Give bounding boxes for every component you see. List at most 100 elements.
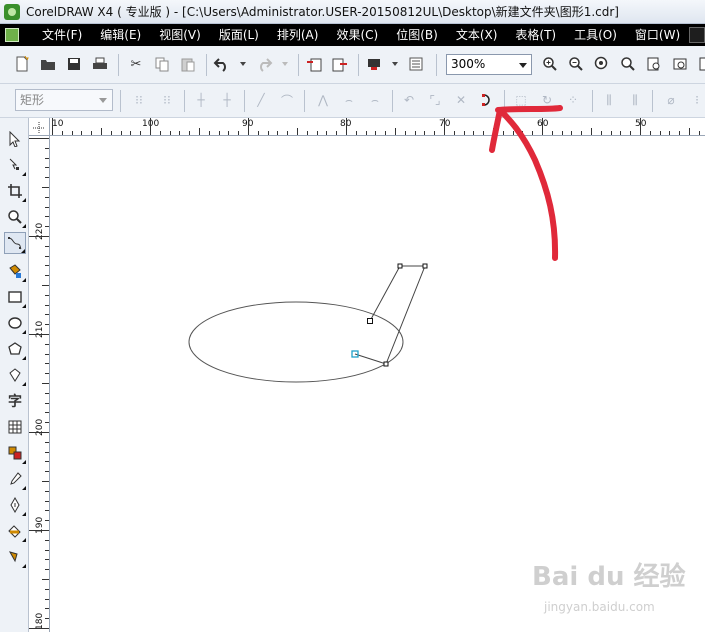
copy-icon[interactable] — [152, 54, 172, 74]
mdi-window-control[interactable] — [689, 27, 705, 43]
import-icon[interactable] — [304, 54, 324, 74]
shape-selection-mode-select[interactable]: 矩形 — [15, 89, 113, 111]
select-all-nodes-icon[interactable]: ⁝ — [688, 91, 705, 109]
zoom-out-icon[interactable] — [566, 54, 586, 74]
menu-view[interactable]: 视图(V) — [150, 24, 210, 46]
menu-text[interactable]: 文本(X) — [447, 24, 507, 46]
undo-icon[interactable] — [212, 54, 232, 74]
polygon-tool-icon[interactable] — [4, 338, 26, 360]
ruler-tick — [483, 131, 485, 135]
rectangle-tool-icon[interactable] — [4, 286, 26, 308]
application-launcher-icon[interactable] — [364, 54, 384, 74]
cusp-node-icon[interactable]: ⋀ — [314, 91, 332, 109]
new-document-icon[interactable] — [12, 54, 32, 74]
interactive-fill-tool-icon[interactable] — [4, 546, 26, 568]
menu-file[interactable]: 文件(F) — [33, 24, 91, 46]
ruler-tick — [52, 118, 53, 135]
menu-arrange[interactable]: 排列(A) — [268, 24, 328, 46]
ruler-tick — [45, 549, 49, 551]
cut-icon[interactable]: ✂ — [126, 54, 146, 74]
menu-bitmaps[interactable]: 位图(B) — [387, 24, 447, 46]
menu-bar: 文件(F) 编辑(E) 视图(V) 版面(L) 排列(A) 效果(C) 位图(B… — [0, 24, 705, 46]
ruler-tick — [453, 131, 455, 135]
outline-pen-tool-icon[interactable] — [4, 494, 26, 516]
ruler-tick — [189, 131, 191, 135]
rotate-skew-nodes-icon[interactable]: ↻ — [538, 91, 556, 109]
ruler-tick — [620, 131, 622, 135]
menu-window[interactable]: 窗口(W) — [626, 24, 689, 46]
ruler-tick — [257, 131, 259, 135]
freehand-tool-icon[interactable] — [4, 232, 26, 254]
ruler-tick — [542, 118, 543, 135]
elastic-mode-icon[interactable]: ⌀ — [662, 91, 680, 109]
join-nodes-icon[interactable]: ┼ — [192, 91, 210, 109]
reflect-vertical-icon[interactable]: ⫼ — [626, 91, 644, 109]
redo-icon[interactable] — [254, 54, 274, 74]
ruler-label: 210 — [35, 320, 45, 338]
stretch-scale-nodes-icon[interactable]: ⬚ — [512, 91, 530, 109]
smooth-node-icon[interactable]: ⌢ — [340, 91, 358, 109]
zoom-level-value: 300% — [451, 57, 486, 71]
redo-dropdown-icon[interactable] — [282, 62, 288, 66]
ruler-tick — [29, 432, 49, 433]
table-tool-icon[interactable] — [4, 416, 26, 438]
delete-node-icon[interactable]: ⁝⁝ — [158, 91, 176, 109]
undo-dropdown-icon[interactable] — [240, 62, 246, 66]
print-icon[interactable] — [90, 54, 110, 74]
ruler-tick — [159, 131, 161, 135]
pick-tool-icon[interactable] — [4, 128, 26, 150]
text-tool-icon[interactable]: 字 — [4, 390, 26, 412]
basic-shapes-tool-icon[interactable] — [4, 364, 26, 386]
reverse-direction-icon[interactable]: ↶ — [400, 91, 418, 109]
horizontal-ruler[interactable]: 10 100 90 80 70 60 50 — [50, 118, 705, 136]
convert-to-line-icon[interactable]: ╱ — [252, 91, 270, 109]
save-icon[interactable] — [64, 54, 84, 74]
extend-curve-to-close-icon[interactable]: ⌜⌟ — [426, 91, 444, 109]
ruler-tick — [45, 520, 49, 522]
eyedropper-tool-icon[interactable] — [4, 468, 26, 490]
shape-tool-icon[interactable] — [4, 154, 26, 176]
convert-to-curve-icon[interactable]: ⌒ — [278, 91, 296, 109]
zoom-to-page-height-icon[interactable] — [694, 54, 705, 74]
auto-close-curve-icon[interactable] — [478, 91, 496, 109]
zoom-to-selected-icon[interactable] — [592, 54, 612, 74]
export-icon[interactable] — [330, 54, 350, 74]
ellipse-tool-icon[interactable] — [4, 312, 26, 334]
zoom-level-select[interactable]: 300% — [446, 54, 532, 75]
vertical-ruler[interactable]: 220 210 200 190 180 — [29, 136, 50, 632]
ruler-tick — [45, 255, 49, 257]
ruler-tick — [45, 343, 49, 345]
welcome-screen-icon[interactable] — [406, 54, 426, 74]
ruler-tick — [179, 131, 181, 135]
extract-subpath-icon[interactable]: ✕ — [452, 91, 470, 109]
break-curve-icon[interactable]: ┼ — [218, 91, 236, 109]
ruler-tick — [45, 441, 49, 443]
zoom-tool-icon[interactable] — [4, 206, 26, 228]
smart-fill-tool-icon[interactable] — [4, 260, 26, 282]
menu-edit[interactable]: 编辑(E) — [91, 24, 150, 46]
menu-effects[interactable]: 效果(C) — [327, 24, 387, 46]
ruler-tick — [199, 128, 200, 135]
reflect-horizontal-icon[interactable]: ⫼ — [600, 91, 618, 109]
ruler-tick — [71, 131, 73, 135]
ruler-tick — [29, 236, 49, 237]
menu-layout[interactable]: 版面(L) — [210, 24, 268, 46]
menu-tools[interactable]: 工具(O) — [565, 24, 626, 46]
open-folder-icon[interactable] — [38, 54, 58, 74]
zoom-in-icon[interactable] — [540, 54, 560, 74]
launcher-dropdown-icon[interactable] — [392, 62, 398, 66]
zoom-to-page-width-icon[interactable] — [670, 54, 690, 74]
add-node-icon[interactable]: ⁝⁝ — [130, 91, 148, 109]
ruler-origin-corner[interactable] — [29, 118, 50, 136]
zoom-to-page-icon[interactable] — [644, 54, 664, 74]
menu-table[interactable]: 表格(T) — [506, 24, 565, 46]
crop-tool-icon[interactable] — [4, 180, 26, 202]
document-icon[interactable] — [5, 28, 19, 42]
align-nodes-icon[interactable]: ⁘ — [564, 91, 582, 109]
ruler-tick — [571, 131, 573, 135]
fill-tool-icon[interactable] — [4, 520, 26, 542]
zoom-to-all-objects-icon[interactable] — [618, 54, 638, 74]
interactive-blend-tool-icon[interactable] — [4, 442, 26, 464]
symmetrical-node-icon[interactable]: ⌢ — [366, 91, 384, 109]
paste-icon[interactable] — [178, 54, 198, 74]
